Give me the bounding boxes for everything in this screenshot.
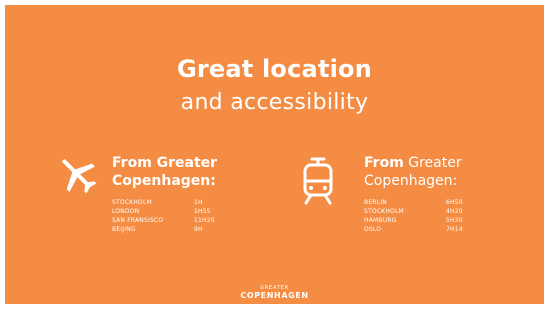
destination-city: STOCKHOLM xyxy=(364,208,404,215)
flights-heading-line1: From Greater xyxy=(112,155,218,171)
flights-heading: From Greater Copenhagen: xyxy=(112,154,217,190)
travel-duration: 11H20 xyxy=(194,217,215,224)
table-row: BERLIN 6H50 xyxy=(364,198,463,207)
slide: Great location and accessibility From Gr… xyxy=(5,5,544,304)
table-row: BEIJING 9H xyxy=(112,225,215,234)
flights-table: STOCKHOLM 1H LONDON 1H55 SAN FRANSISCO 1… xyxy=(112,198,215,234)
table-row: HAMBURG 5H30 xyxy=(364,216,463,225)
flights-heading-line2: Copenhagen: xyxy=(112,173,216,189)
logo-main-text: COPENHAGEN xyxy=(240,291,309,300)
table-row: LONDON 1H55 xyxy=(112,207,215,216)
table-row: STOCKHOLM 4H20 xyxy=(364,207,463,216)
trains-table: BERLIN 6H50 STOCKHOLM 4H20 HAMBURG 5H30 … xyxy=(364,198,463,234)
greater-copenhagen-logo: GREATER COPENHAGEN xyxy=(5,285,544,301)
slide-subtitle: and accessibility xyxy=(180,90,369,115)
trains-heading-line2: Copenhagen: xyxy=(364,173,458,189)
travel-duration: 9H xyxy=(194,226,203,233)
travel-duration: 1H55 xyxy=(194,208,211,215)
slide-title: Great location xyxy=(176,55,373,83)
travel-duration: 5H30 xyxy=(446,217,463,224)
destination-city: STOCKHOLM xyxy=(112,199,152,206)
travel-duration: 6H50 xyxy=(446,199,463,206)
destination-city: OSLO xyxy=(364,226,382,233)
trains-heading-rest: Greater xyxy=(403,155,462,171)
trains-heading-line1: From Greater xyxy=(364,154,462,172)
airplane-icon xyxy=(62,159,97,194)
travel-duration: 7H14 xyxy=(446,226,463,233)
destination-city: LONDON xyxy=(112,208,140,215)
trains-heading: From Greater Copenhagen: xyxy=(364,154,462,190)
destination-city: BEIJING xyxy=(112,226,136,233)
destination-city: BERLIN xyxy=(364,199,387,206)
destination-city: HAMBURG xyxy=(364,217,397,224)
trains-heading-strong: From xyxy=(364,155,404,171)
destination-city: SAN FRANSISCO xyxy=(112,217,164,224)
travel-duration: 1H xyxy=(194,199,203,206)
train-icon xyxy=(303,157,333,205)
table-row: SAN FRANSISCO 11H20 xyxy=(112,216,215,225)
travel-duration: 4H20 xyxy=(446,208,463,215)
table-row: STOCKHOLM 1H xyxy=(112,198,215,207)
table-row: OSLO 7H14 xyxy=(364,225,463,234)
